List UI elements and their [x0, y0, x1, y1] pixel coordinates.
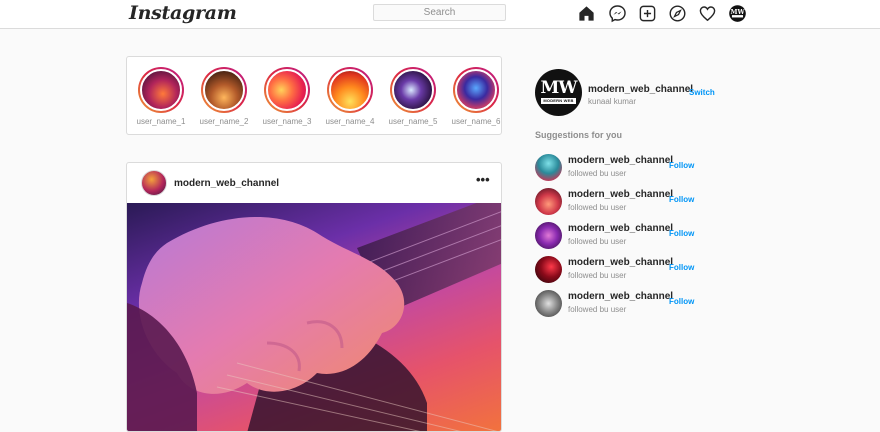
story-ring	[201, 67, 247, 113]
story-username: user_name_6	[451, 117, 501, 126]
story-username: user_name_2	[199, 117, 249, 126]
story-username: user_name_1	[136, 117, 186, 126]
follow-button[interactable]: Follow	[669, 195, 694, 204]
story-item[interactable]: user_name_2	[194, 67, 254, 126]
suggestion-subtitle: followed bu user	[568, 169, 627, 178]
story-item[interactable]: user_name_4	[320, 67, 380, 126]
suggestion-username[interactable]: modern_web_channel	[568, 155, 673, 166]
story-ring	[138, 67, 184, 113]
instagram-logo[interactable]: Instagram	[129, 2, 237, 24]
suggestion-item: modern_web_channel followed bu user Foll…	[535, 154, 715, 182]
follow-button[interactable]: Follow	[669, 263, 694, 272]
story-ring	[390, 67, 436, 113]
current-username[interactable]: modern_web_channel	[588, 84, 693, 95]
suggestion-avatar[interactable]	[535, 222, 562, 249]
suggestion-username[interactable]: modern_web_channel	[568, 291, 673, 302]
feed-post: modern_web_channel •••	[126, 162, 502, 432]
story-item[interactable]: user_name_6	[446, 67, 506, 126]
story-avatar	[140, 69, 182, 111]
suggestion-subtitle: followed bu user	[568, 203, 627, 212]
story-avatar	[392, 69, 434, 111]
suggestion-item: modern_web_channel followed bu user Foll…	[535, 222, 715, 250]
story-avatar	[329, 69, 371, 111]
story-username: user_name_3	[262, 117, 312, 126]
profile-avatar-icon[interactable]: MW	[728, 4, 747, 23]
activity-heart-icon[interactable]	[698, 4, 717, 23]
suggestion-avatar[interactable]	[535, 256, 562, 283]
avatar-monogram: MW	[540, 78, 578, 98]
top-navbar: Instagram MW	[0, 0, 880, 29]
explore-icon[interactable]	[668, 4, 687, 23]
suggestion-avatar[interactable]	[535, 154, 562, 181]
post-image[interactable]	[127, 203, 501, 431]
home-icon[interactable]	[577, 4, 596, 23]
suggestion-subtitle: followed bu user	[568, 237, 627, 246]
story-ring	[453, 67, 499, 113]
follow-button[interactable]: Follow	[669, 297, 694, 306]
suggestion-username[interactable]: modern_web_channel	[568, 189, 673, 200]
suggestion-avatar[interactable]	[535, 290, 562, 317]
follow-button[interactable]: Follow	[669, 229, 694, 238]
suggestions-heading: Suggestions for you	[535, 130, 623, 140]
story-avatar	[266, 69, 308, 111]
suggestion-username[interactable]: modern_web_channel	[568, 223, 673, 234]
story-avatar	[455, 69, 497, 111]
story-avatar	[203, 69, 245, 111]
story-item[interactable]: user_name_3	[257, 67, 317, 126]
messenger-icon[interactable]	[608, 4, 627, 23]
new-post-icon[interactable]	[638, 4, 657, 23]
suggestion-subtitle: followed bu user	[568, 271, 627, 280]
svg-text:MW: MW	[730, 9, 745, 16]
current-user-avatar[interactable]: MW MODERN WEB	[535, 69, 582, 116]
suggestion-item: modern_web_channel followed bu user Foll…	[535, 256, 715, 284]
more-options-icon[interactable]: •••	[476, 173, 490, 186]
guitar-photo	[127, 203, 501, 431]
story-username: user_name_5	[388, 117, 438, 126]
suggestion-item: modern_web_channel followed bu user Foll…	[535, 188, 715, 216]
current-full-name: kunaal kumar	[588, 97, 637, 106]
avatar-band-text: MODERN WEB	[541, 98, 576, 104]
post-avatar[interactable]	[141, 170, 167, 196]
suggestion-item: modern_web_channel followed bu user Foll…	[535, 290, 715, 318]
switch-account-button[interactable]: Switch	[689, 88, 715, 97]
story-ring	[327, 67, 373, 113]
story-item[interactable]: user_name_5	[383, 67, 443, 126]
suggestion-subtitle: followed bu user	[568, 305, 627, 314]
post-username[interactable]: modern_web_channel	[174, 178, 279, 189]
follow-button[interactable]: Follow	[669, 161, 694, 170]
search-input[interactable]	[373, 4, 506, 21]
post-header: modern_web_channel •••	[127, 163, 501, 203]
stories-tray: user_name_1 user_name_2 user_name_3 user…	[126, 56, 502, 135]
story-item[interactable]: user_name_1	[131, 67, 191, 126]
story-username: user_name_4	[325, 117, 375, 126]
suggestion-username[interactable]: modern_web_channel	[568, 257, 673, 268]
story-ring	[264, 67, 310, 113]
suggestion-avatar[interactable]	[535, 188, 562, 215]
